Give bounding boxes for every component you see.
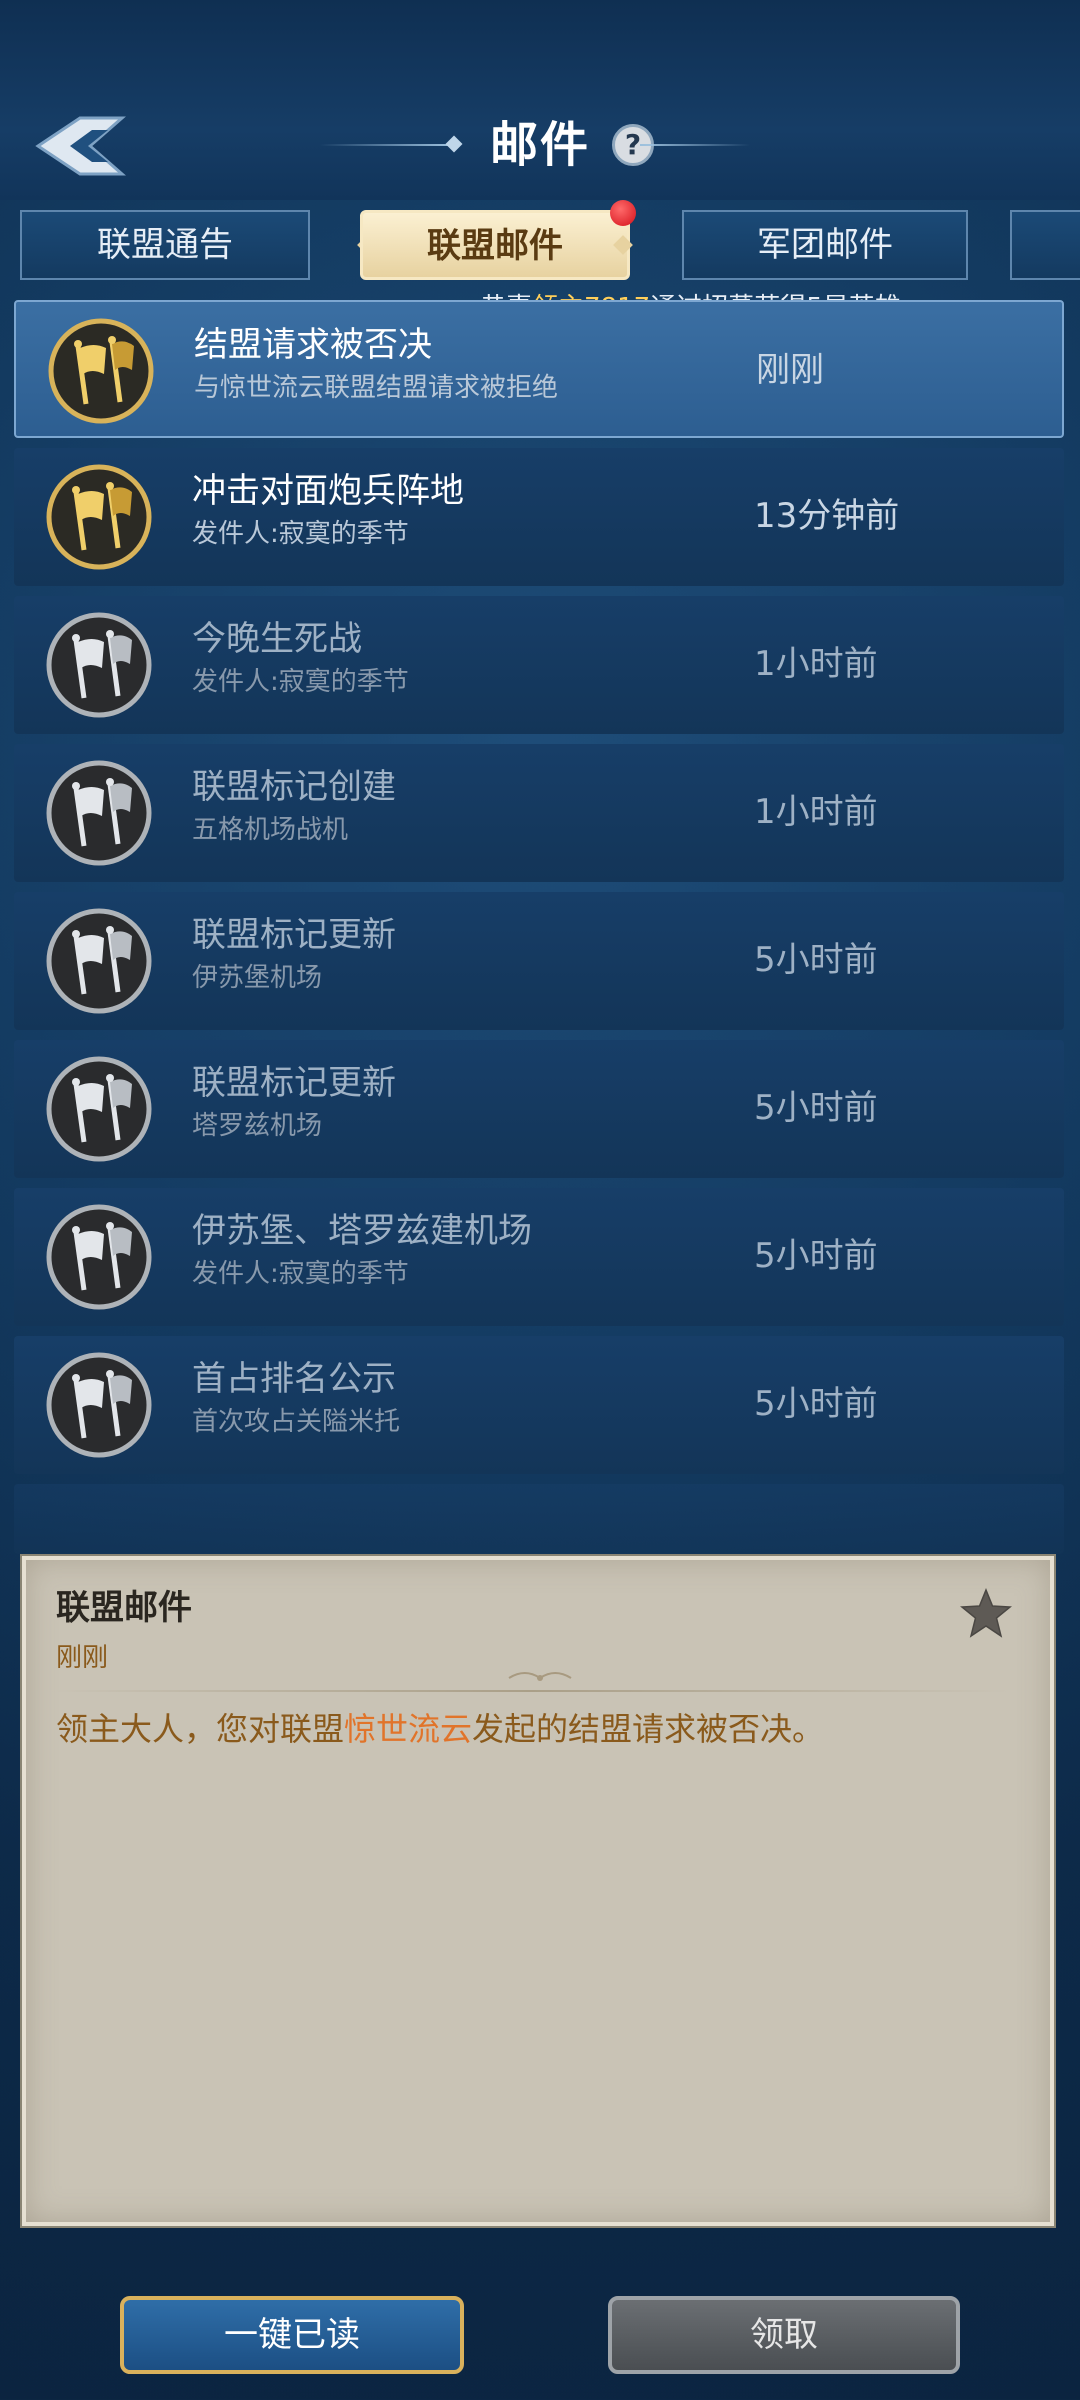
mail-row-partial <box>14 1484 1064 1554</box>
mail-time: 5小时前 <box>754 940 878 980</box>
tab-legion-mail[interactable]: 军团邮件 <box>682 210 968 280</box>
silver-flag-icon <box>46 760 152 866</box>
mail-detail-divider <box>50 1690 1010 1692</box>
read-all-button[interactable]: 一键已读 <box>120 2296 464 2374</box>
page-title-bar: 邮件 ? <box>0 110 1080 180</box>
notification-dot <box>610 200 636 226</box>
star-icon[interactable] <box>958 1586 1014 1642</box>
claim-button[interactable]: 领取 <box>608 2296 960 2374</box>
gold-flag-icon <box>48 318 154 424</box>
tab-alliance-notice[interactable]: 联盟通告 <box>20 210 310 280</box>
mail-subtitle: 与惊世流云联盟结盟请求被拒绝 <box>194 373 559 403</box>
mail-time: 刚刚 <box>756 350 824 390</box>
mail-title: 伊苏堡、塔罗兹建机场 <box>192 1211 532 1251</box>
mail-row[interactable]: 冲击对面炮兵阵地发件人:寂寞的季节 13分钟前 <box>14 448 1064 586</box>
silver-flag-icon <box>46 1352 152 1458</box>
page-title: 邮件 <box>490 117 591 173</box>
mail-row[interactable]: 结盟请求被否决与惊世流云联盟结盟请求被拒绝 刚刚 <box>14 300 1064 438</box>
mail-row[interactable]: 首占排名公示首次攻占关隘米托 5小时前 <box>14 1336 1064 1474</box>
mail-time: 5小时前 <box>754 1088 878 1128</box>
body-suffix: 发起的结盟请求被否决。 <box>472 1710 825 1748</box>
divider-ornament-icon <box>508 1672 572 1681</box>
tab-alliance-mail[interactable]: 联盟邮件 <box>360 210 630 280</box>
title-line-right <box>640 144 750 146</box>
mail-title: 首占排名公示 <box>192 1359 396 1399</box>
silver-flag-icon <box>46 908 152 1014</box>
title-line-left <box>320 144 450 146</box>
tab-more[interactable] <box>1010 210 1080 280</box>
gold-flag-icon <box>46 464 152 570</box>
silver-flag-icon <box>46 1056 152 1162</box>
mail-time: 5小时前 <box>754 1236 878 1276</box>
mail-time: 5小时前 <box>754 1384 878 1424</box>
mail-title: 结盟请求被否决 <box>194 325 432 365</box>
body-alliance-name: 惊世流云 <box>344 1710 473 1748</box>
mail-time: 1小时前 <box>754 644 878 684</box>
mail-row[interactable]: 今晚生死战发件人:寂寞的季节 1小时前 <box>14 596 1064 734</box>
silver-flag-icon <box>46 612 152 718</box>
title-diamond-left <box>445 135 463 153</box>
mail-subtitle: 发件人:寂寞的季节 <box>192 1259 409 1289</box>
mail-subtitle: 塔罗兹机场 <box>192 1111 323 1141</box>
mail-row[interactable]: 伊苏堡、塔罗兹建机场发件人:寂寞的季节 5小时前 <box>14 1188 1064 1326</box>
mail-time: 1小时前 <box>754 792 878 832</box>
mail-detail-panel <box>20 1554 1056 2228</box>
mail-subtitle: 发件人:寂寞的季节 <box>192 519 409 549</box>
mail-subtitle: 伊苏堡机场 <box>192 963 323 993</box>
mail-title: 联盟标记更新 <box>192 1063 396 1103</box>
mail-detail-time: 刚刚 <box>56 1643 109 1673</box>
mail-title: 冲击对面炮兵阵地 <box>192 471 464 511</box>
mail-subtitle: 五格机场战机 <box>192 815 349 845</box>
mail-title: 今晚生死战 <box>192 619 362 659</box>
mail-row[interactable]: 联盟标记创建五格机场战机 1小时前 <box>14 744 1064 882</box>
mail-row[interactable]: 联盟标记更新塔罗兹机场 5小时前 <box>14 1040 1064 1178</box>
body-prefix: 领主大人，您对联盟 <box>56 1710 345 1748</box>
mail-title: 联盟标记更新 <box>192 915 396 955</box>
mail-title: 联盟标记创建 <box>192 767 396 807</box>
mail-row[interactable]: 联盟标记更新伊苏堡机场 5小时前 <box>14 892 1064 1030</box>
mail-subtitle: 首次攻占关隘米托 <box>192 1407 401 1437</box>
mail-time: 13分钟前 <box>754 496 900 536</box>
mail-detail-title: 联盟邮件 <box>56 1588 192 1628</box>
silver-flag-icon <box>46 1204 152 1310</box>
mail-subtitle: 发件人:寂寞的季节 <box>192 667 409 697</box>
mail-detail-body: 领主大人，您对联盟惊世流云发起的结盟请求被否决。 <box>56 1704 824 1754</box>
